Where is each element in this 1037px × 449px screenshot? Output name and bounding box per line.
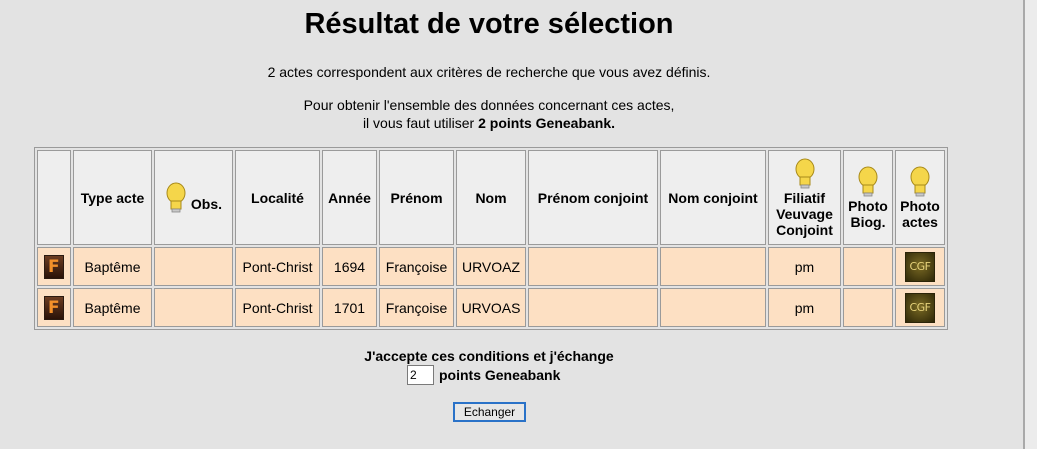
cell-type-acte: Baptême — [73, 247, 152, 286]
header-filiatif: Filiatif Veuvage Conjoint — [768, 150, 841, 245]
cell-photo-actes: CGF — [895, 247, 945, 286]
scrollbar-area — [1025, 0, 1037, 449]
cell-localite: Pont-Christ — [235, 288, 320, 327]
cgf-icon[interactable]: CGF — [905, 251, 935, 282]
info-line-2: il vous faut utiliser 2 points Geneabank… — [0, 115, 978, 131]
table-row: F Baptême Pont-Christ 1694 Françoise URV… — [37, 247, 945, 286]
header-detail — [37, 150, 71, 245]
cell-filiatif: pm — [768, 288, 841, 327]
result-count-text: 2 actes correspondent aux critères de re… — [267, 64, 711, 80]
header-prenom-conjoint: Prénom conjoint — [528, 150, 658, 245]
header-prenom: Prénom — [379, 150, 454, 245]
header-obs: Obs. — [154, 150, 233, 245]
points-label: points Geneabank — [439, 367, 561, 383]
results-table: Type acte Obs. Localité Année Prénom Nom… — [34, 147, 948, 330]
header-photo-actes: Photo actes — [895, 150, 945, 245]
lightbulb-icon — [794, 158, 816, 190]
header-photo-actes-1: Photo — [900, 197, 940, 214]
cell-photo-biog — [843, 247, 893, 286]
cell-annee: 1701 — [322, 288, 377, 327]
table-row: F Baptême Pont-Christ 1701 Françoise URV… — [37, 288, 945, 327]
echanger-button[interactable]: Echanger — [453, 402, 526, 422]
cell-obs — [154, 247, 233, 286]
header-filiatif-2: Veuvage — [776, 205, 833, 222]
lightbulb-icon — [165, 182, 187, 214]
cell-nom-conjoint — [660, 247, 766, 286]
cell-filiatif: pm — [768, 247, 841, 286]
cell-nom: URVOAZ — [456, 247, 526, 286]
cell-nom-conjoint — [660, 288, 766, 327]
points-row: points Geneabank — [407, 365, 560, 385]
accept-conditions-text: J'accepte ces conditions et j'échange — [364, 348, 614, 364]
header-nom-conjoint: Nom conjoint — [660, 150, 766, 245]
page-title: Résultat de votre sélection — [304, 8, 674, 40]
header-nom: Nom — [456, 150, 526, 245]
lightbulb-icon — [857, 166, 879, 198]
cell-photo-actes: CGF — [895, 288, 945, 327]
cell-photo-biog — [843, 288, 893, 327]
header-annee: Année — [322, 150, 377, 245]
row-detail-cell: F — [37, 288, 71, 327]
cell-type-acte: Baptême — [73, 288, 152, 327]
header-photo-actes-2: actes — [902, 213, 938, 230]
cell-prenom: Françoise — [379, 247, 454, 286]
header-photo-biog: Photo Biog. — [843, 150, 893, 245]
detail-f-icon[interactable]: F — [44, 254, 64, 279]
header-photo-biog-1: Photo — [848, 197, 888, 214]
lightbulb-icon — [909, 166, 931, 198]
cell-prenom-conjoint — [528, 247, 658, 286]
cell-prenom: Françoise — [379, 288, 454, 327]
cgf-icon[interactable]: CGF — [905, 292, 935, 323]
header-localite: Localité — [235, 150, 320, 245]
header-obs-label: Obs. — [190, 195, 222, 212]
cell-nom: URVOAS — [456, 288, 526, 327]
cell-obs — [154, 288, 233, 327]
cell-prenom-conjoint — [528, 288, 658, 327]
row-detail-cell: F — [37, 247, 71, 286]
table-header-row: Type acte Obs. Localité Année Prénom Nom… — [37, 150, 945, 245]
header-filiatif-1: Filiatif — [783, 189, 826, 206]
info-line-1: Pour obtenir l'ensemble des données conc… — [303, 97, 675, 113]
cell-annee: 1694 — [322, 247, 377, 286]
header-filiatif-3: Conjoint — [776, 221, 833, 238]
points-input[interactable] — [407, 365, 434, 385]
header-type-acte: Type acte — [73, 150, 152, 245]
points-required: 2 points Geneabank. — [478, 115, 616, 131]
detail-f-icon[interactable]: F — [44, 295, 64, 320]
info-line-2-prefix: il vous faut utiliser — [362, 115, 479, 131]
cell-localite: Pont-Christ — [235, 247, 320, 286]
header-photo-biog-2: Biog. — [850, 213, 886, 230]
